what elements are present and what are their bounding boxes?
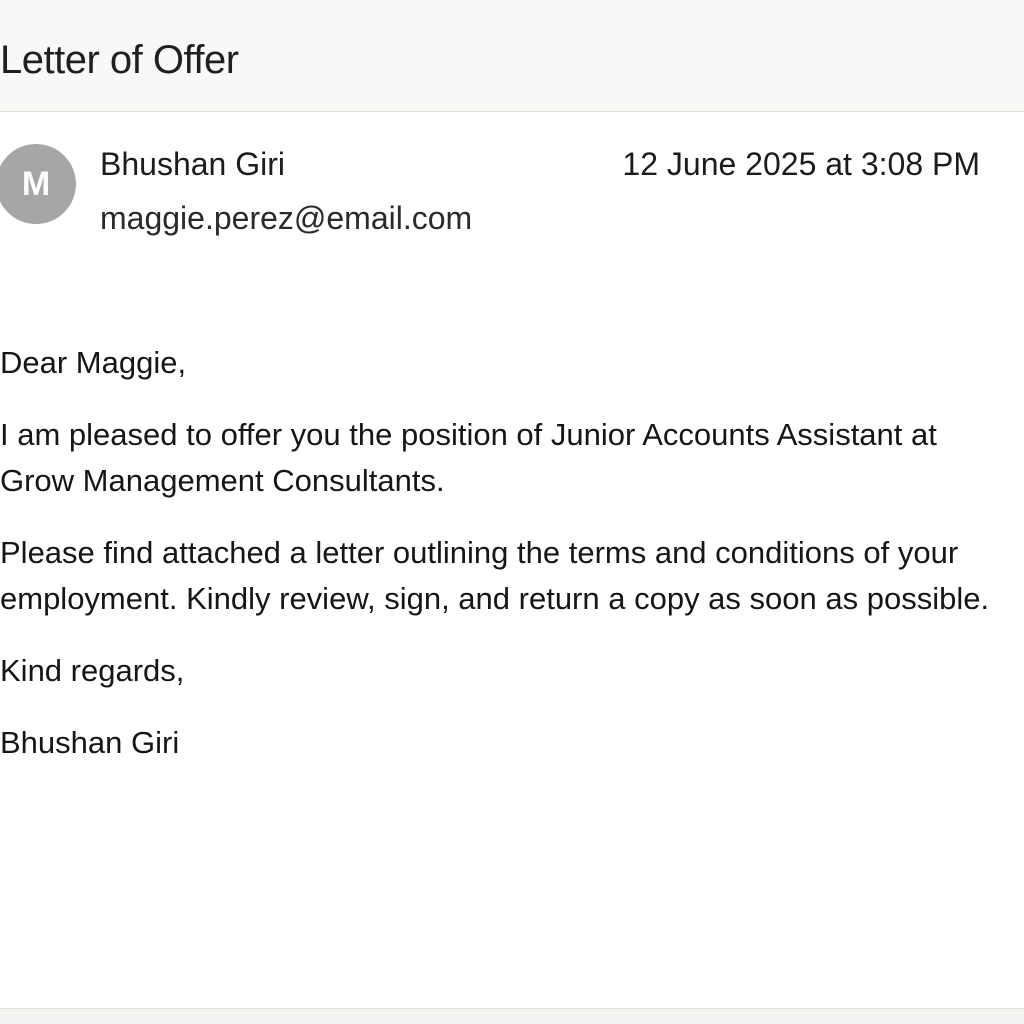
sender-name[interactable]: Bhushan Giri: [100, 144, 285, 184]
sender-avatar[interactable]: M: [0, 144, 76, 224]
email-header: Letter of Offer: [0, 0, 1024, 112]
avatar-initial: M: [21, 164, 51, 203]
sender-email[interactable]: maggie.perez@email.com: [100, 198, 472, 238]
footer-bar: [0, 1008, 1024, 1024]
body-paragraph: Please find attached a letter outlining …: [0, 535, 990, 616]
signature: Bhushan Giri: [0, 725, 180, 760]
greeting: Dear Maggie,: [0, 345, 187, 380]
email-timestamp: 12 June 2025 at 3:08 PM: [622, 146, 980, 182]
body-paragraph: I am pleased to offer you the position o…: [0, 417, 937, 498]
closing: Kind regards,: [0, 653, 185, 688]
email-subject: Letter of Offer: [0, 38, 239, 82]
email-body: Dear Maggie, I am pleased to offer you t…: [0, 340, 1010, 792]
